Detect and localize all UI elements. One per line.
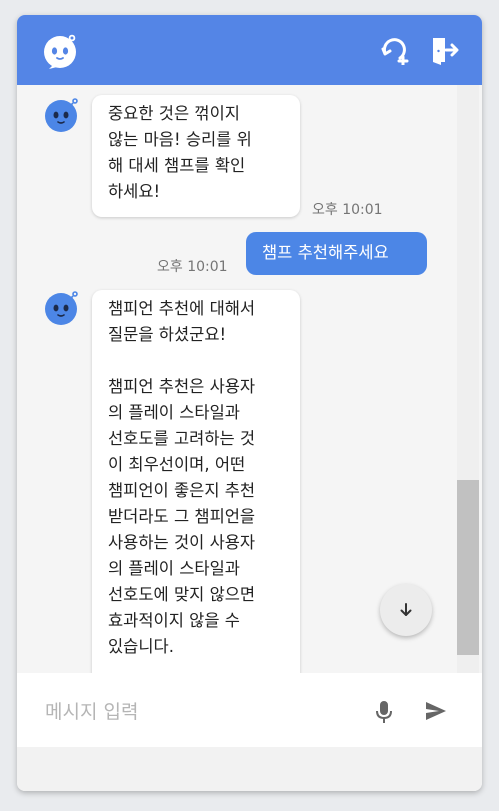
message-time: 오후 10:01 <box>312 202 383 218</box>
arrow-down-icon <box>400 603 412 616</box>
bot-message-bubble: 중요한 것은 꺾이지 않는 마음! 승리를 위 해 대세 챔프를 확인 하세요! <box>92 95 300 217</box>
exit-door-icon[interactable] <box>429 35 459 65</box>
send-icon[interactable] <box>425 701 447 721</box>
chat-refresh-icon[interactable] <box>380 35 410 65</box>
chat-window: 중요한 것은 꺾이지 않는 마음! 승리를 위 해 대세 챔프를 확인 하세요!… <box>17 15 482 791</box>
chat-header <box>17 15 482 85</box>
scrollbar-thumb[interactable] <box>457 480 479 655</box>
user-message-bubble: 챔프 추천해주세요 <box>246 232 427 275</box>
microphone-icon[interactable] <box>374 700 394 724</box>
message-input-bar <box>17 673 482 747</box>
message-time: 오후 10:01 <box>157 259 228 275</box>
message-input[interactable] <box>43 695 357 729</box>
bot-avatar-icon <box>45 291 78 325</box>
chat-footer <box>17 747 482 791</box>
bot-face-icon <box>44 34 76 69</box>
bot-message-bubble: 챔피언 추천에 대해서 질문을 하셨군요! 챔피언 추천은 사용자 의 플레이 … <box>92 290 300 673</box>
bot-avatar-icon <box>45 98 78 132</box>
scroll-to-bottom-button[interactable] <box>380 584 432 636</box>
